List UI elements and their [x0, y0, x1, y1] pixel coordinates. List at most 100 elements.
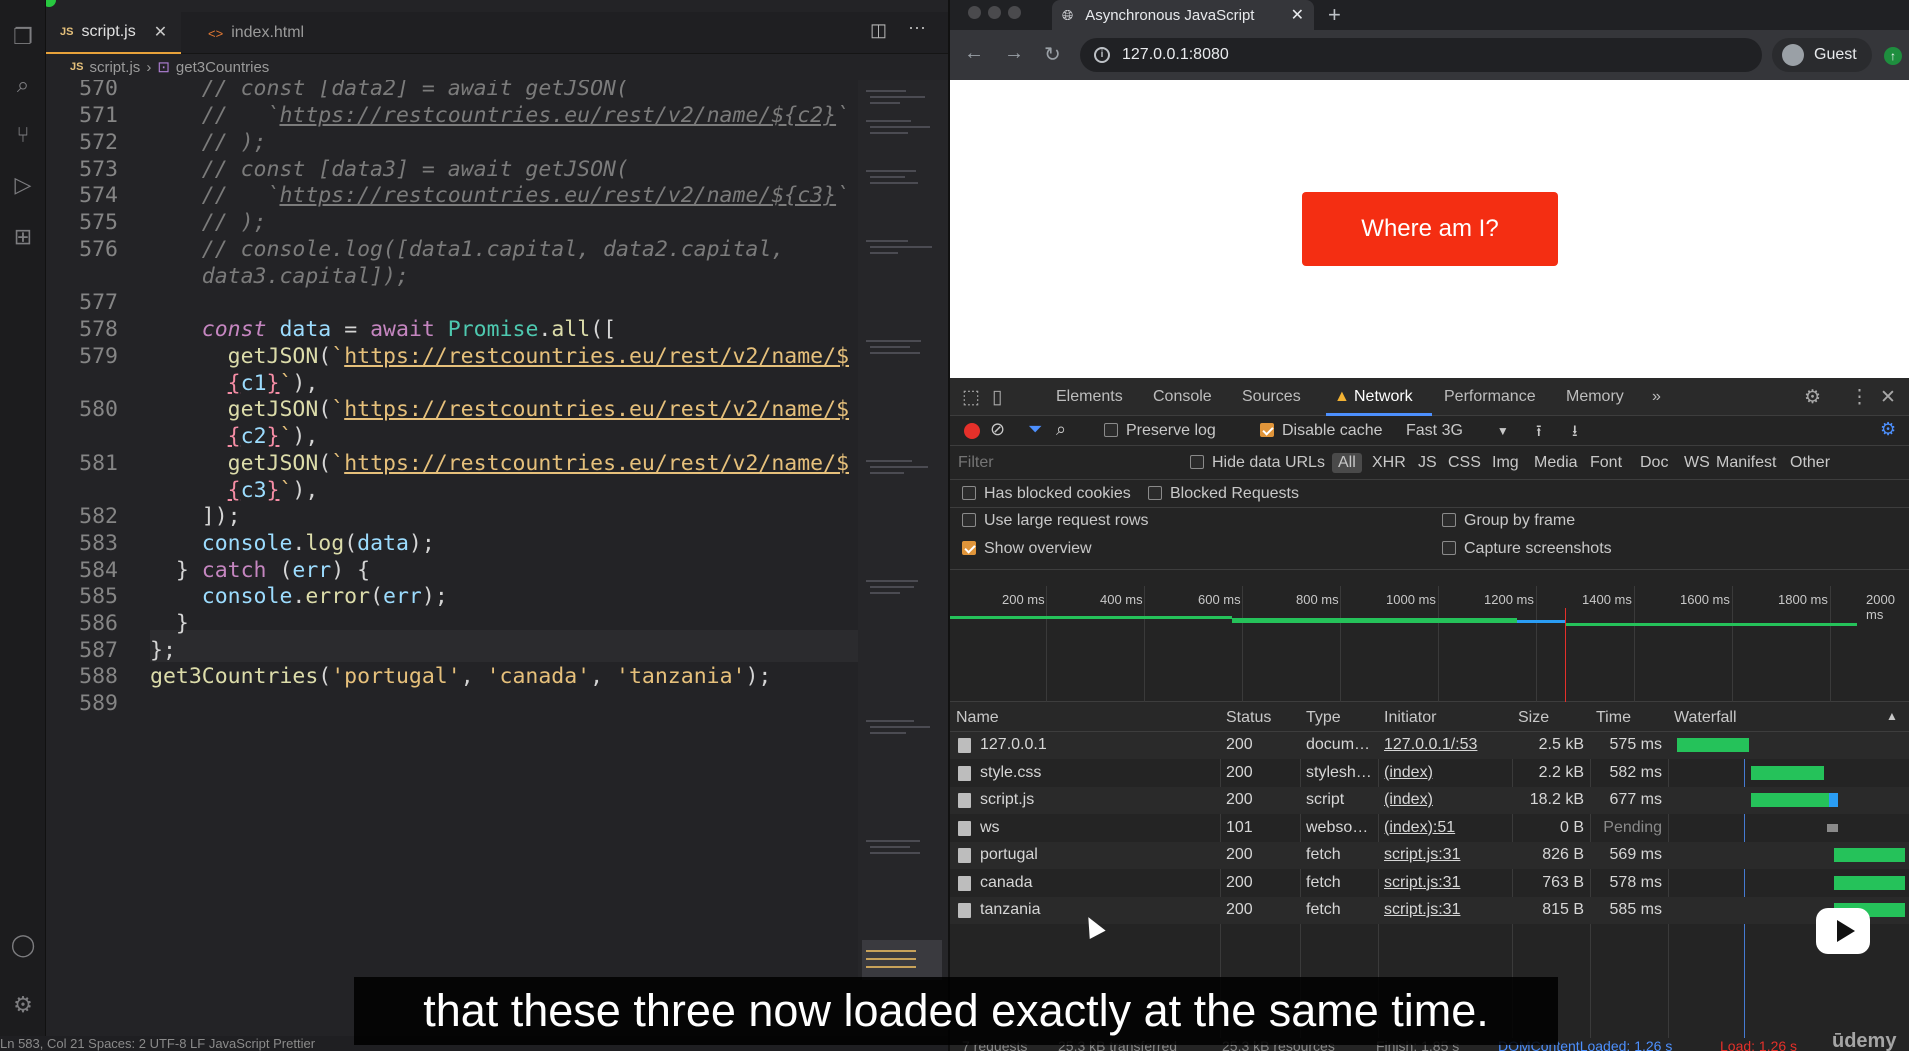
filter-icon[interactable]: ⏷	[1028, 419, 1042, 440]
timeline-overview[interactable]: 200 ms 400 ms 600 ms 800 ms 1000 ms 1200…	[950, 586, 1909, 702]
export-har-icon[interactable]: ⭳	[1572, 420, 1578, 447]
table-row[interactable]: ws 101 webso… (index):51 0 B Pending	[950, 815, 1909, 842]
close-icon[interactable]: ✕	[1291, 5, 1304, 25]
checkbox	[1104, 423, 1118, 437]
throttle-select[interactable]: Fast 3G ▼	[1406, 422, 1509, 440]
preserve-log-checkbox[interactable]: Preserve log	[1104, 422, 1216, 440]
tab-memory[interactable]: Memory	[1566, 388, 1624, 406]
device-toolbar-icon[interactable]: ▯	[992, 386, 1002, 409]
column-time[interactable]: Time	[1596, 709, 1631, 727]
gear-icon[interactable]: ⚙	[1804, 386, 1821, 409]
tab-network[interactable]: Network	[1354, 388, 1413, 406]
search-icon[interactable]: ⌕	[1056, 419, 1066, 440]
clear-icon[interactable]: ⊘	[990, 419, 1005, 440]
request-initiator[interactable]: (index)	[1384, 764, 1508, 782]
filter-type-other[interactable]: Other	[1790, 454, 1830, 472]
profile-button[interactable]: Guest	[1772, 38, 1872, 72]
table-row[interactable]: portugal 200 fetch script.js:31 826 B 569 ms	[950, 842, 1909, 869]
split-editor-icon[interactable]: ◫	[870, 20, 887, 41]
request-initiator[interactable]: script.js:31	[1384, 874, 1508, 892]
minimap[interactable]	[858, 80, 948, 1010]
network-settings-icon[interactable]: ⚙	[1880, 419, 1896, 440]
search-icon[interactable]: ⌕	[8, 70, 38, 100]
column-size[interactable]: Size	[1518, 709, 1549, 727]
large-rows-checkbox[interactable]: Use large request rows	[962, 512, 1149, 530]
blocked-cookies-checkbox[interactable]: Has blocked cookies	[962, 485, 1131, 503]
close-icon[interactable]: ✕	[154, 22, 167, 42]
table-row[interactable]: canada 200 fetch script.js:31 763 B 578 ms	[950, 870, 1909, 897]
column-name[interactable]: Name	[956, 709, 999, 727]
forward-icon[interactable]: →	[1004, 42, 1024, 65]
group-by-frame-checkbox[interactable]: Group by frame	[1442, 512, 1575, 530]
more-tabs-icon[interactable]: »	[1652, 388, 1661, 406]
timeline-tick: 1000 ms	[1386, 592, 1436, 607]
hide-data-urls-checkbox[interactable]: Hide data URLs	[1190, 454, 1325, 472]
request-initiator[interactable]: 127.0.0.1/:53	[1384, 736, 1508, 754]
extensions-icon[interactable]: ⊞	[8, 222, 38, 252]
filter-type-doc[interactable]: Doc	[1640, 454, 1668, 472]
filter-type-xhr[interactable]: XHR	[1372, 454, 1406, 472]
address-bar[interactable]: i 127.0.0.1:8080	[1080, 38, 1762, 72]
sort-ascending-icon[interactable]: ▲	[1886, 709, 1898, 723]
record-icon[interactable]	[964, 423, 980, 439]
request-initiator[interactable]: (index):51	[1384, 819, 1508, 837]
tab-console[interactable]: Console	[1153, 388, 1212, 406]
more-options-icon[interactable]: ⋮	[1850, 386, 1869, 409]
where-am-i-button[interactable]: Where am I?	[1302, 192, 1558, 266]
column-status[interactable]: Status	[1226, 709, 1271, 727]
filter-type-js[interactable]: JS	[1418, 454, 1437, 472]
filter-type-media[interactable]: Media	[1534, 454, 1578, 472]
chevron-right-icon: ›	[146, 58, 152, 76]
close-icon[interactable]: ✕	[1880, 386, 1896, 409]
tab-performance[interactable]: Performance	[1444, 388, 1536, 406]
filter-type-font[interactable]: Font	[1590, 454, 1622, 472]
explorer-icon[interactable]: ❐	[8, 22, 38, 52]
browser-tab[interactable]: 🌐︎ Asynchronous JavaScript ✕	[1052, 0, 1314, 30]
minimize-window-icon[interactable]	[988, 6, 1001, 19]
tab-sources[interactable]: Sources	[1242, 388, 1301, 406]
gear-icon[interactable]: ⚙	[8, 990, 38, 1020]
request-initiator[interactable]: script.js:31	[1384, 846, 1508, 864]
new-tab-icon[interactable]: +	[1328, 2, 1341, 28]
filter-type-all[interactable]: All	[1332, 453, 1362, 473]
maximize-window-icon[interactable]	[1008, 6, 1021, 19]
column-type[interactable]: Type	[1306, 709, 1341, 727]
table-row[interactable]: style.css 200 stylesh… (index) 2.2 kB 582 ms	[950, 760, 1909, 787]
table-row[interactable]: script.js 200 script (index) 18.2 kB 677 ms	[950, 787, 1909, 814]
breadcrumb-file[interactable]: script.js	[89, 59, 140, 76]
filter-type-ws[interactable]: WS	[1684, 454, 1710, 472]
close-window-icon[interactable]	[968, 6, 981, 19]
capture-screenshots-checkbox[interactable]: Capture screenshots	[1442, 540, 1612, 558]
more-actions-icon[interactable]: ⋯	[908, 18, 926, 39]
import-har-icon[interactable]: ⭱	[1536, 420, 1542, 447]
reload-icon[interactable]: ↻	[1044, 42, 1061, 67]
inspect-element-icon[interactable]: ⬚	[962, 386, 980, 409]
disable-cache-checkbox[interactable]: Disable cache	[1260, 422, 1383, 440]
timeline-tick: 600 ms	[1198, 592, 1241, 607]
tab-index-html[interactable]: <> index.html	[194, 12, 318, 54]
filter-type-img[interactable]: Img	[1492, 454, 1519, 472]
tab-elements[interactable]: Elements	[1056, 388, 1123, 406]
request-initiator[interactable]: (index)	[1384, 791, 1508, 809]
column-waterfall[interactable]: Waterfall	[1674, 709, 1737, 727]
column-initiator[interactable]: Initiator	[1384, 709, 1436, 727]
source-control-icon[interactable]: ⑂	[8, 120, 38, 150]
info-icon[interactable]: i	[1094, 47, 1110, 63]
request-initiator[interactable]: script.js:31	[1384, 901, 1508, 919]
update-icon[interactable]: ↑	[1884, 47, 1902, 65]
code-editor[interactable]: 570 571 572 573 574 575 576 577 578 579 580 581 582 5…	[46, 80, 856, 1010]
show-overview-checkbox[interactable]: Show overview	[962, 540, 1092, 558]
run-debug-icon[interactable]: ▷	[8, 170, 38, 200]
line-number: 580	[79, 397, 118, 422]
tab-script-js[interactable]: JS script.js ✕	[46, 12, 182, 54]
play-icon[interactable]	[1816, 908, 1870, 954]
table-row[interactable]: 127.0.0.1 200 docum… 127.0.0.1/:53 2.5 kB 575…	[950, 732, 1909, 759]
filter-input[interactable]	[958, 452, 1166, 474]
filter-type-css[interactable]: CSS	[1448, 454, 1481, 472]
account-icon[interactable]: ◯	[8, 930, 38, 960]
breadcrumb-symbol[interactable]: get3Countries	[176, 59, 269, 76]
back-icon[interactable]: ←	[964, 42, 984, 65]
request-size: 826 B	[1542, 846, 1584, 863]
filter-type-manifest[interactable]: Manifest	[1716, 454, 1776, 472]
blocked-requests-checkbox[interactable]: Blocked Requests	[1148, 485, 1299, 503]
